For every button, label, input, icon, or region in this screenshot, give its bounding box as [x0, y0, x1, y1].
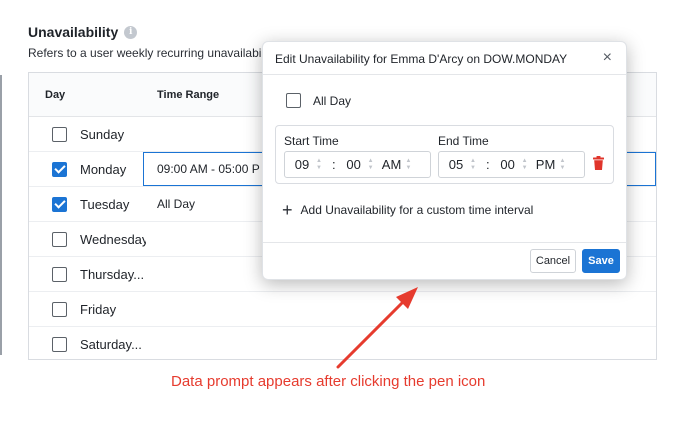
day-label: Saturday...	[80, 337, 142, 352]
end-period-spinner[interactable]: ▲ ▼	[560, 158, 566, 172]
day-label: Tuesday	[80, 196, 130, 212]
column-header-day: Day	[45, 89, 66, 101]
day-checkbox[interactable]	[52, 231, 67, 247]
save-button[interactable]: Save	[582, 249, 620, 273]
add-custom-interval-button[interactable]: + Add Unavailability for a custom time i…	[282, 200, 534, 220]
start-period[interactable]: AM	[381, 157, 403, 172]
cancel-button[interactable]: Cancel	[530, 249, 576, 273]
day-checkbox[interactable]	[52, 337, 67, 352]
column-header-time-range: Time Range	[157, 89, 220, 101]
start-time-label: Start Time	[284, 134, 339, 148]
time-range-value: All Day	[157, 197, 196, 211]
end-minute-spinner[interactable]: ▲ ▼	[522, 158, 528, 172]
start-colon: :	[331, 157, 336, 172]
start-hour[interactable]: 09	[291, 157, 313, 172]
section-header: Unavailability i	[28, 24, 138, 40]
day-checkbox[interactable]	[52, 126, 67, 142]
section-title: Unavailability	[28, 24, 119, 40]
day-checkbox[interactable]	[52, 161, 67, 177]
close-icon[interactable]: ×	[603, 49, 612, 67]
left-divider	[0, 75, 2, 355]
start-minute-spinner[interactable]: ▲ ▼	[368, 158, 374, 172]
trash-icon[interactable]	[593, 156, 604, 170]
modal-footer-divider	[263, 242, 626, 243]
plus-icon: +	[282, 200, 293, 220]
edit-unavailability-modal: Edit Unavailability for Emma D'Arcy on D…	[262, 41, 627, 280]
day-label: Thursday...	[80, 266, 145, 282]
time-interval-card: Start Time End Time 09 ▲ ▼ : 00 ▲ ▼ AM ▲ ▼ …	[275, 125, 614, 184]
day-label: Monday	[80, 161, 127, 177]
add-custom-interval-label: Add Unavailability for a custom time int…	[300, 203, 534, 217]
end-minute[interactable]: 00	[497, 157, 519, 172]
end-hour-spinner[interactable]: ▲ ▼	[470, 158, 476, 172]
day-label: Wednesday	[80, 231, 146, 247]
end-colon: :	[485, 157, 490, 172]
all-day-toggle[interactable]: All Day	[286, 93, 351, 108]
all-day-checkbox[interactable]	[286, 93, 301, 108]
end-hour[interactable]: 05	[445, 157, 467, 172]
start-period-spinner[interactable]: ▲ ▼	[406, 158, 412, 172]
day-label: Friday	[80, 301, 117, 317]
section-description: Refers to a user weekly recurring unavai…	[28, 46, 267, 60]
day-checkbox[interactable]	[52, 196, 67, 212]
start-minute[interactable]: 00	[343, 157, 365, 172]
day-checkbox[interactable]	[52, 301, 67, 317]
start-time-picker[interactable]: 09 ▲ ▼ : 00 ▲ ▼ AM ▲ ▼	[284, 151, 431, 178]
modal-title: Edit Unavailability for Emma D'Arcy on D…	[275, 52, 568, 66]
start-hour-spinner[interactable]: ▲ ▼	[316, 158, 322, 172]
end-period[interactable]: PM	[535, 157, 557, 172]
modal-header: Edit Unavailability for Emma D'Arcy on D…	[263, 42, 626, 75]
end-time-label: End Time	[438, 134, 489, 148]
day-label: Sunday	[80, 126, 125, 142]
info-icon[interactable]: i	[124, 25, 138, 39]
all-day-label: All Day	[313, 93, 352, 108]
day-checkbox[interactable]	[52, 266, 67, 282]
end-time-picker[interactable]: 05 ▲ ▼ : 00 ▲ ▼ PM ▲ ▼	[438, 151, 585, 178]
annotation-arrow-icon	[336, 287, 418, 369]
annotation-caption: Data prompt appears after clicking the p…	[171, 373, 486, 390]
